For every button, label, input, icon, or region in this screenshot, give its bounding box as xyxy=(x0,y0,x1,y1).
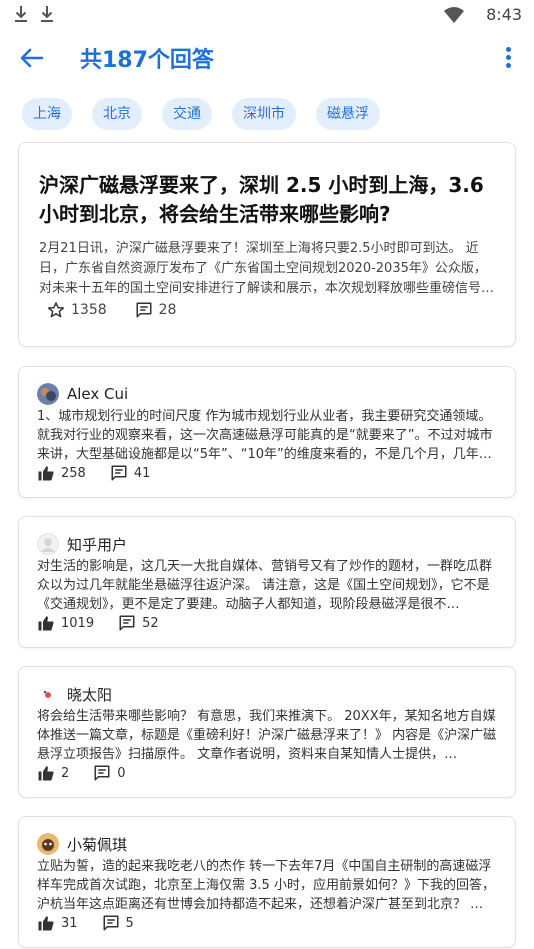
question-stats: 1358 28 xyxy=(47,301,176,319)
comment-count: 28 xyxy=(158,302,177,318)
author-name: Alex Cui xyxy=(67,385,129,403)
status-time: 8:43 xyxy=(486,5,522,24)
answer-card[interactable]: 知乎用户 对生活的影响是，这几天一大批自媒体、营销号又有了炒作的题材，一群吃瓜群… xyxy=(18,516,516,648)
arrow-left-icon[interactable] xyxy=(18,44,46,72)
answer-stats: 1019 52 xyxy=(37,614,159,632)
comment-icon[interactable] xyxy=(110,464,128,482)
avatar xyxy=(37,383,59,405)
thumb-up-icon[interactable] xyxy=(37,764,55,782)
answer-author[interactable]: Alex Cui xyxy=(37,383,128,405)
comment-icon[interactable] xyxy=(93,764,111,782)
download-icon xyxy=(15,6,27,22)
status-bar: 8:43 xyxy=(0,0,534,30)
topic-tag[interactable]: 上海 xyxy=(22,98,72,130)
question-title: 沪深广磁悬浮要来了，深圳 2.5 小时到上海，3.6 小时到北京，将会给生活带来… xyxy=(39,173,484,226)
like-count: 1019 xyxy=(61,615,95,631)
topic-tag[interactable]: 北京 xyxy=(92,98,142,130)
topic-tag[interactable]: 交通 xyxy=(162,98,212,130)
comment-count: 5 xyxy=(125,915,134,931)
question-card[interactable]: 沪深广磁悬浮要来了，深圳 2.5 小时到上海，3.6 小时到北京，将会给生活带来… xyxy=(18,142,516,347)
answer-author[interactable]: 知乎用户 xyxy=(37,533,127,555)
app-bar: 共187个回答 xyxy=(0,34,534,82)
avatar xyxy=(37,533,59,555)
answer-stats: 258 41 xyxy=(37,464,150,482)
comment-icon[interactable] xyxy=(118,614,136,632)
avatar xyxy=(37,833,59,855)
wifi-icon xyxy=(444,7,464,23)
thumb-up-icon[interactable] xyxy=(37,914,55,932)
answer-stats: 31 5 xyxy=(37,914,134,932)
star-count: 1358 xyxy=(71,302,107,318)
thumb-up-icon[interactable] xyxy=(37,614,55,632)
topic-tag[interactable]: 磁悬浮 xyxy=(316,98,380,130)
like-count: 258 xyxy=(61,465,86,481)
answer-author[interactable]: 晓太阳 xyxy=(37,683,112,705)
answer-card[interactable]: 小菊佩琪 立贴为誓，造的起来我吃老八的杰作 转一下去年7月《中国自主研制的高速磁… xyxy=(18,816,516,948)
answer-card[interactable]: 晓太阳 将会给生活带来哪些影响？ 有意思，我们来推演下。 20XX年，某知名地方… xyxy=(18,666,516,798)
topic-tag[interactable]: 深圳市 xyxy=(232,98,296,130)
thumb-up-icon[interactable] xyxy=(37,464,55,482)
like-count: 31 xyxy=(61,915,78,931)
page-title: 共187个回答 xyxy=(80,48,214,73)
answer-excerpt: 对生活的影响是，这几天一大批自媒体、营销号又有了炒作的题材，一群吃瓜群众以为过几… xyxy=(37,559,493,612)
author-name: 知乎用户 xyxy=(67,535,128,554)
download-icon xyxy=(41,6,53,22)
comment-icon[interactable] xyxy=(102,914,120,932)
answer-excerpt: 1、城市规划行业的时间尺度 作为城市规划行业从业者，我主要研究交通领域。就我对行… xyxy=(37,409,493,462)
answer-excerpt: 将会给生活带来哪些影响？ 有意思，我们来推演下。 20XX年，某知名地方自媒体推… xyxy=(37,709,497,762)
answer-author[interactable]: 小菊佩琪 xyxy=(37,833,127,855)
answer-card[interactable]: Alex Cui 1、城市规划行业的时间尺度 作为城市规划行业从业者，我主要研究… xyxy=(18,366,516,498)
star-icon[interactable] xyxy=(47,301,65,319)
like-count: 2 xyxy=(61,765,70,781)
author-name: 小菊佩琪 xyxy=(67,835,128,854)
comment-count: 52 xyxy=(142,615,159,631)
comment-icon[interactable] xyxy=(135,301,153,319)
comment-count: 0 xyxy=(117,765,126,781)
author-name: 晓太阳 xyxy=(67,685,113,704)
avatar xyxy=(37,683,59,705)
answer-stats: 2 0 xyxy=(37,764,126,782)
comment-count: 41 xyxy=(133,465,151,481)
more-vert-icon[interactable] xyxy=(498,44,518,72)
answer-excerpt: 立贴为誓，造的起来我吃老八的杰作 转一下去年7月《中国自主研制的高速磁浮样车完成… xyxy=(37,859,495,912)
topic-tags: 上海 北京 交通 深圳市 磁悬浮 xyxy=(22,98,380,130)
question-excerpt: 2月21日讯，沪深广磁悬浮要来了！深圳至上海将只要2.5小时即可到达。 近日，广… xyxy=(39,241,495,296)
